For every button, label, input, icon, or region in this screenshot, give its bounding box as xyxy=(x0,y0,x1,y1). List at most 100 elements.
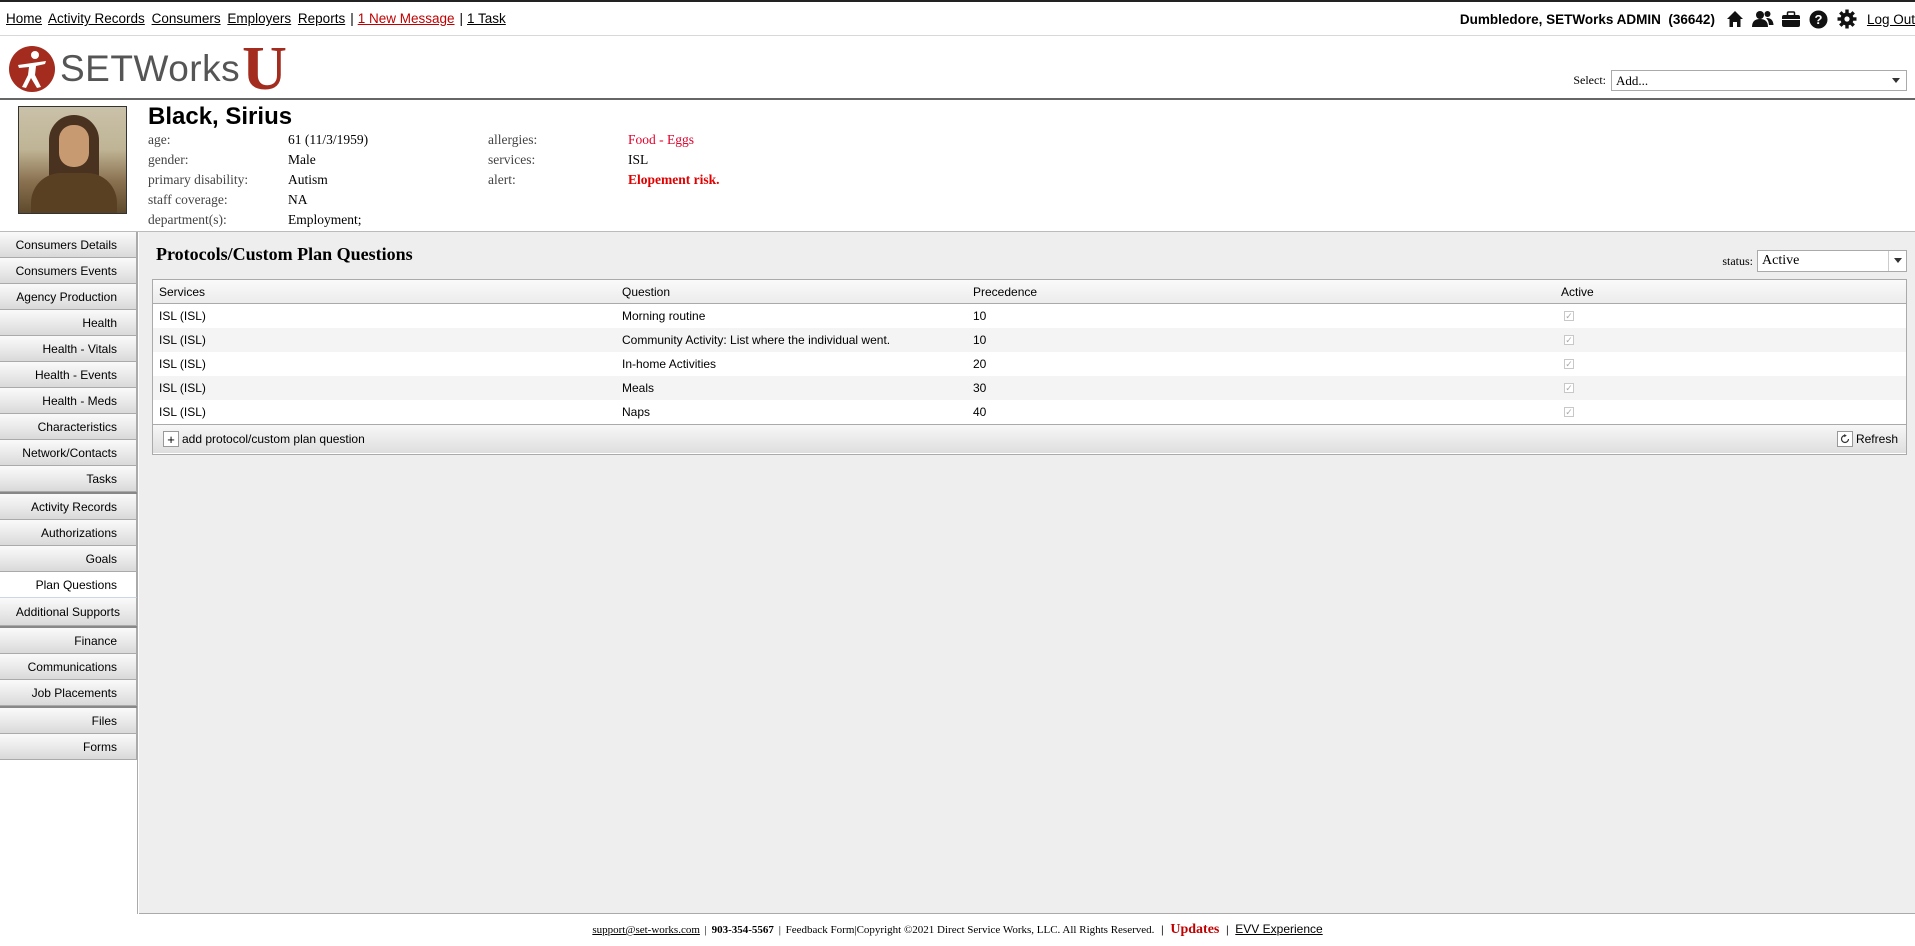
consumer-header: Black, Sirius age: 61 (11/3/1959) gender:… xyxy=(0,100,1915,232)
briefcase-icon[interactable] xyxy=(1779,8,1803,30)
sidebar-item-finance[interactable]: Finance xyxy=(0,628,137,654)
sidebar-item-goals[interactable]: Goals xyxy=(0,546,137,572)
nav-link-activity-records[interactable]: Activity Records xyxy=(48,11,145,26)
logo-bar: SETWorks U Select: Add... xyxy=(0,36,1915,100)
info-row-allergies: allergies: Food - Eggs xyxy=(488,132,695,147)
column-header-active[interactable]: Active xyxy=(1561,280,1594,304)
status-label: status: xyxy=(1722,253,1753,268)
add-select: Select: Add... xyxy=(1573,70,1907,91)
help-icon[interactable]: ? xyxy=(1807,8,1831,30)
consumer-name: Black, Sirius xyxy=(148,103,293,130)
evv-experience-link[interactable]: EVV Experience xyxy=(1235,922,1322,936)
add-select-value: Add... xyxy=(1616,73,1649,88)
copyright-text: Copyright ©2021 Direct Service Works, LL… xyxy=(856,924,1155,936)
sidebar-item-health-vitals[interactable]: Health - Vitals xyxy=(0,336,137,362)
table-row[interactable]: ISL (ISL) Community Activity: List where… xyxy=(153,328,1906,352)
info-row-age: age: 61 (11/3/1959) xyxy=(148,132,369,147)
plan-questions-table: Services Question Precedence Active ISL … xyxy=(152,279,1907,455)
feedback-form-link[interactable]: Feedback Form xyxy=(786,924,855,936)
nav-link-employers[interactable]: Employers xyxy=(227,11,291,26)
sidebar-item-communications[interactable]: Communications xyxy=(0,654,137,680)
sidebar-item-additional-supports[interactable]: Additional Supports xyxy=(0,598,137,626)
consumer-photo xyxy=(18,106,127,214)
table-row[interactable]: ISL (ISL) Morning routine 10 ✓ xyxy=(153,304,1906,328)
top-navigation-bar: Home Activity Records Consumers Employer… xyxy=(0,2,1915,36)
nav-link-home[interactable]: Home xyxy=(6,11,42,26)
sidebar-item-network-contacts[interactable]: Network/Contacts xyxy=(0,440,137,466)
sidebar-item-health-meds[interactable]: Health - Meds xyxy=(0,388,137,414)
nav-separator: | xyxy=(350,11,354,26)
add-question-button[interactable]: + add protocol/custom plan question xyxy=(163,431,365,447)
svg-text:?: ? xyxy=(1815,12,1823,27)
new-message-link[interactable]: 1 New Message xyxy=(358,11,455,26)
sidebar-item-activity-records[interactable]: Activity Records xyxy=(0,494,137,520)
page-title: Protocols/Custom Plan Questions xyxy=(156,244,413,264)
sidebar-item-characteristics[interactable]: Characteristics xyxy=(0,414,137,440)
updates-link[interactable]: Updates xyxy=(1170,922,1219,937)
user-name: Dumbledore, SETWorks ADMIN (36642) xyxy=(1459,11,1715,27)
table-row[interactable]: ISL (ISL) In-home Activities 20 ✓ xyxy=(153,352,1906,376)
sidebar-item-files[interactable]: Files xyxy=(0,708,137,734)
active-checkbox: ✓ xyxy=(1564,335,1574,345)
info-row-staff-coverage: staff coverage: NA xyxy=(148,192,308,207)
gear-icon[interactable] xyxy=(1835,8,1859,30)
status-dropdown[interactable]: Active xyxy=(1757,250,1907,272)
task-link[interactable]: 1 Task xyxy=(467,11,506,26)
column-header-precedence[interactable]: Precedence xyxy=(973,280,1037,304)
table-row[interactable]: ISL (ISL) Meals 30 ✓ xyxy=(153,376,1906,400)
user-box: Dumbledore, SETWorks ADMIN (36642) ? Log… xyxy=(1460,8,1915,30)
nav-link-consumers[interactable]: Consumers xyxy=(152,11,221,26)
main-content: Protocols/Custom Plan Questions status: … xyxy=(139,232,1915,914)
logout-link[interactable]: Log Out xyxy=(1867,12,1915,27)
info-row-departments: department(s): Employment; xyxy=(148,212,362,227)
refresh-button[interactable]: Refresh xyxy=(1836,431,1898,447)
column-header-services[interactable]: Services xyxy=(159,280,205,304)
info-row-alert: alert: Elopement risk. xyxy=(488,172,720,187)
sidebar-item-agency-production[interactable]: Agency Production xyxy=(0,284,137,310)
users-icon[interactable] xyxy=(1751,8,1775,30)
table-header: Services Question Precedence Active xyxy=(153,280,1906,304)
status-value: Active xyxy=(1762,253,1800,268)
add-question-label: add protocol/custom plan question xyxy=(182,432,365,446)
consumer-sidebar: Consumers Details Consumers Events Agenc… xyxy=(0,232,138,914)
sidebar-item-authorizations[interactable]: Authorizations xyxy=(0,520,137,546)
chevron-down-icon xyxy=(1894,258,1902,263)
status-filter: status: Active xyxy=(1722,250,1907,272)
sidebar-item-consumers-events[interactable]: Consumers Events xyxy=(0,258,137,284)
support-email-link[interactable]: support@set-works.com xyxy=(592,924,700,936)
consumer-info-right: allergies: Food - Eggs services: ISL alert… xyxy=(488,130,720,190)
sidebar-item-health-events[interactable]: Health - Events xyxy=(0,362,137,388)
setworks-logo[interactable]: SETWorks U xyxy=(8,35,287,103)
sidebar-item-consumers-details[interactable]: Consumers Details xyxy=(0,232,137,258)
active-checkbox: ✓ xyxy=(1564,311,1574,321)
info-row-primary-disability: primary disability: Autism xyxy=(148,172,328,187)
plus-icon: + xyxy=(163,431,179,447)
setworks-logo-icon xyxy=(9,46,55,92)
page-footer: support@set-works.com | 903-354-5567 | F… xyxy=(592,922,1323,937)
sidebar-item-plan-questions[interactable]: Plan Questions xyxy=(0,572,137,598)
add-select-dropdown[interactable]: Add... xyxy=(1611,70,1907,91)
table-toolbar: + add protocol/custom plan question Refr… xyxy=(153,424,1906,453)
logo-u-letter: U xyxy=(242,35,287,103)
active-checkbox: ✓ xyxy=(1564,359,1574,369)
refresh-label: Refresh xyxy=(1855,432,1898,446)
nav-separator: | xyxy=(459,11,464,26)
sidebar-item-forms[interactable]: Forms xyxy=(0,734,137,760)
home-icon[interactable] xyxy=(1723,8,1747,30)
sidebar-item-health[interactable]: Health xyxy=(0,310,137,336)
add-select-label: Select: xyxy=(1573,73,1606,87)
info-row-services: services: ISL xyxy=(488,152,649,167)
refresh-icon xyxy=(1836,431,1853,447)
support-phone: 903-354-5567 xyxy=(711,924,774,936)
sidebar-item-job-placements[interactable]: Job Placements xyxy=(0,680,137,706)
nav-link-reports[interactable]: Reports xyxy=(298,11,345,26)
active-checkbox: ✓ xyxy=(1564,407,1574,417)
info-row-gender: gender: Male xyxy=(148,152,316,167)
primary-nav: Home Activity Records Consumers Employer… xyxy=(6,11,509,26)
table-body: ISL (ISL) Morning routine 10 ✓ ISL (ISL)… xyxy=(153,304,1906,424)
column-header-question[interactable]: Question xyxy=(622,280,670,304)
active-checkbox: ✓ xyxy=(1564,383,1574,393)
sidebar-item-tasks[interactable]: Tasks xyxy=(0,466,137,492)
table-row[interactable]: ISL (ISL) Naps 40 ✓ xyxy=(153,400,1906,424)
logo-brand-text: SETWorks xyxy=(60,48,241,89)
